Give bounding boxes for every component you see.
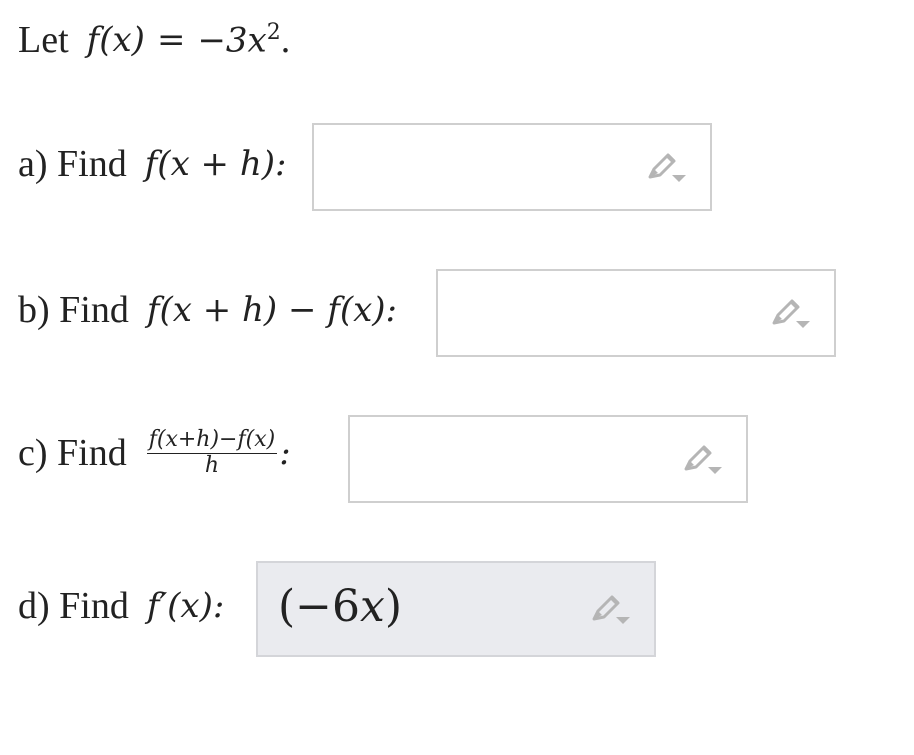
equals-sign: = [156, 20, 186, 60]
part-d-answer: (−6x) [278, 581, 403, 632]
part-c-label: c) Find [18, 432, 127, 474]
intro-label: Let [18, 19, 69, 61]
fraction-denominator: h [204, 453, 220, 478]
part-a-answer-box[interactable] [312, 123, 712, 211]
part-c-colon: : [279, 433, 291, 473]
part-a-expression: f(x + h): [144, 144, 287, 184]
part-c-answer-box[interactable] [348, 415, 748, 503]
part-d-expression: f′(x): [146, 586, 225, 626]
pencil-icon[interactable] [682, 443, 726, 477]
pencil-icon[interactable] [590, 593, 634, 627]
part-d-answer-box[interactable]: (−6x) [256, 561, 656, 657]
part-d-label: d) Find [18, 585, 129, 627]
part-a-label: a) Find [18, 143, 127, 185]
part-a-prompt: a) Find f(x + h): [18, 142, 286, 186]
function-lhs: f(x) [86, 20, 145, 60]
part-b-expression: f(x + h) − f(x): [146, 290, 397, 330]
pencil-icon[interactable] [646, 151, 690, 185]
part-d-prompt: d) Find f′(x): [18, 584, 224, 628]
part-b-prompt: b) Find f(x + h) − f(x): [18, 288, 397, 332]
function-rhs: −3x2 [197, 19, 281, 61]
part-b-label: b) Find [18, 289, 129, 331]
intro-period: . [280, 19, 291, 61]
part-b-answer-box[interactable] [436, 269, 836, 357]
fraction-numerator: f(x+h)−f(x) [146, 427, 278, 454]
problem-statement: Let f(x) = −3x2 . [18, 18, 290, 62]
pencil-icon[interactable] [770, 297, 814, 331]
part-c-prompt: c) Find f(x+h)−f(x) h : [18, 428, 291, 478]
difference-quotient-fraction: f(x+h)−f(x) h [146, 427, 278, 478]
